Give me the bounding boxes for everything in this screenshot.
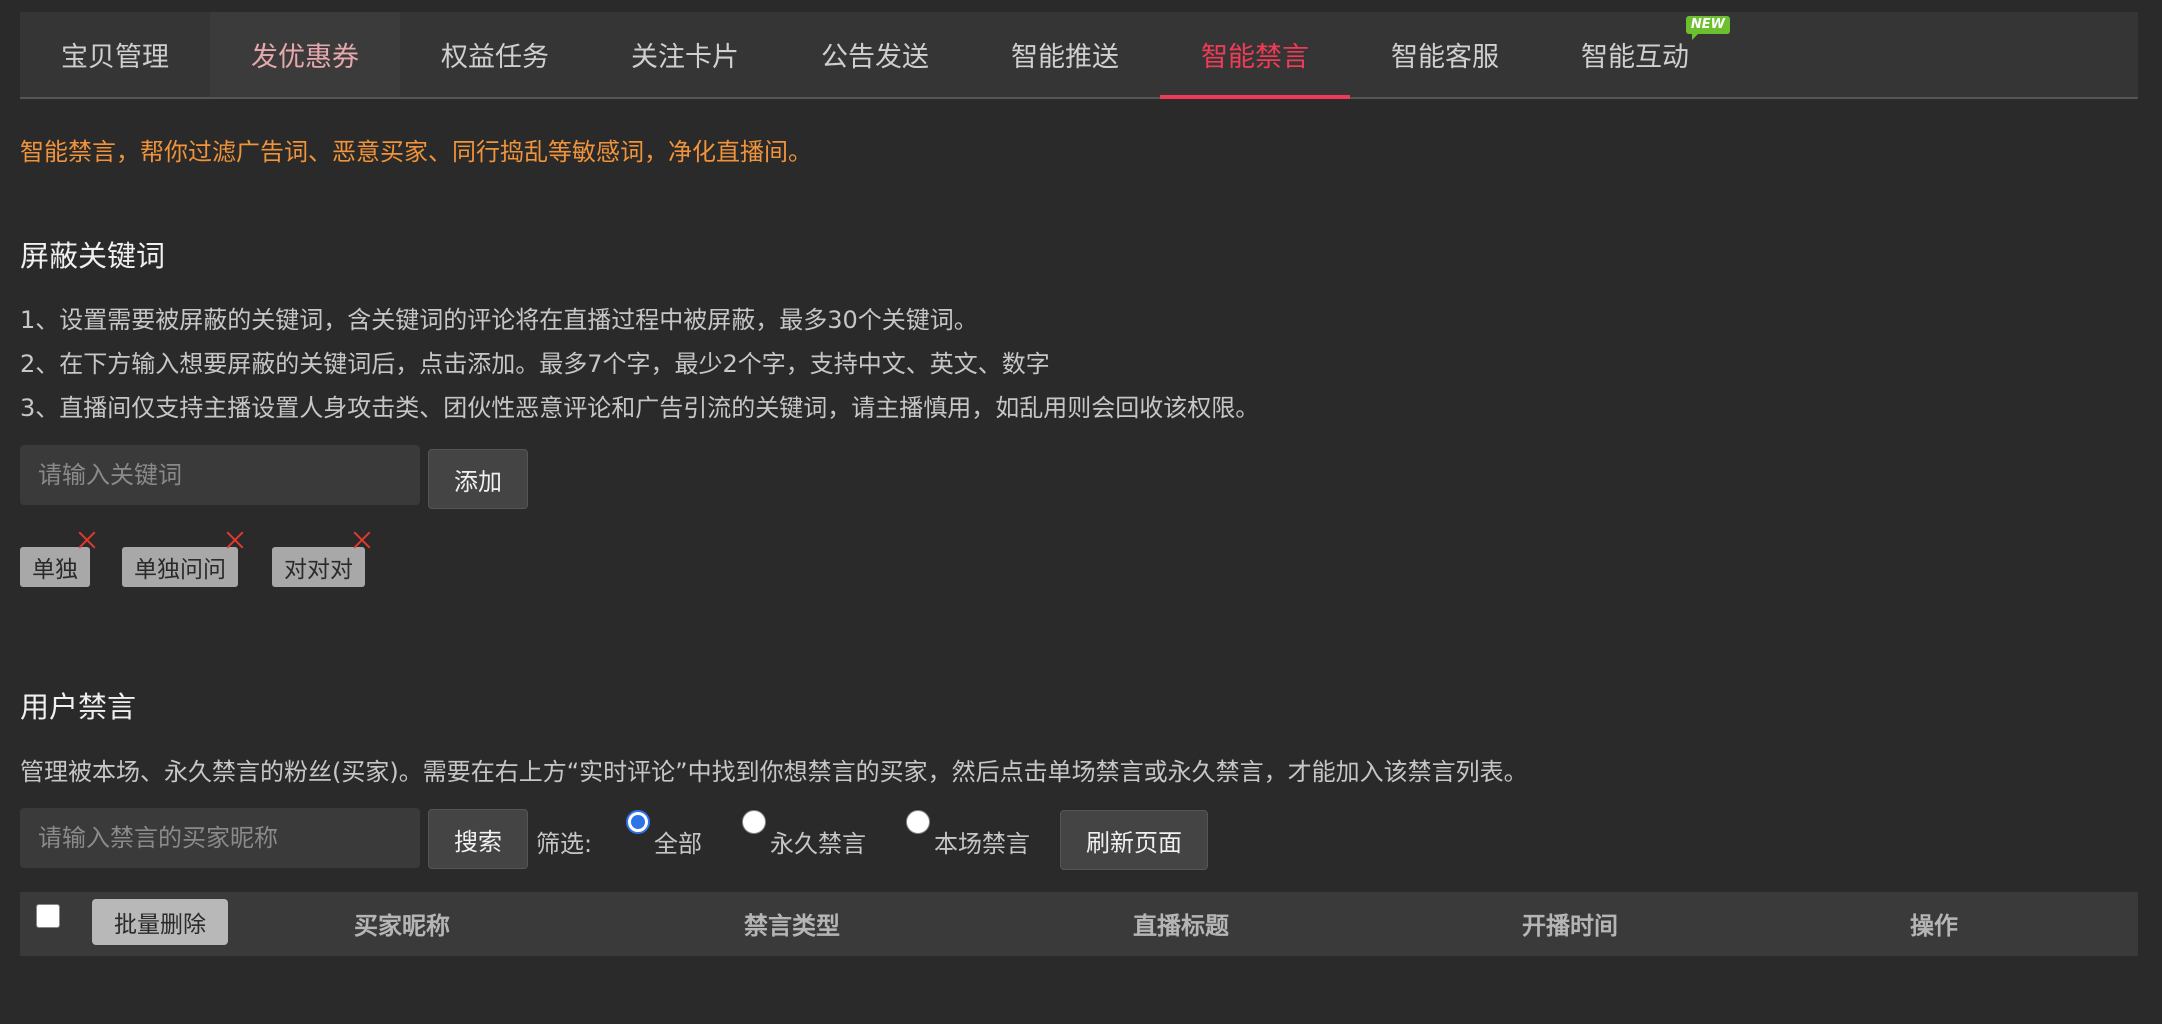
rule-3: 3、直播间仅支持主播设置人身攻击类、团伙性恶意评论和广告引流的关键词，请主播慎用… bbox=[20, 394, 1260, 422]
ban-description: 管理被本场、永久禁言的粉丝(买家)。需要在右上方“实时评论”中找到你想禁言的买家… bbox=[20, 758, 1528, 786]
keyword-tag: 单独 bbox=[20, 547, 90, 587]
tab-coupons[interactable]: 发优惠券 bbox=[210, 12, 400, 97]
keywords-title: 屏蔽关键词 bbox=[20, 239, 166, 273]
radio-button[interactable] bbox=[626, 810, 650, 834]
tab-bar: 宝贝管理 发优惠券 权益任务 关注卡片 公告发送 智能推送 智能禁言 智能客服 … bbox=[20, 12, 2138, 99]
tab-announcement[interactable]: 公告发送 bbox=[780, 12, 970, 97]
search-button[interactable]: 搜索 bbox=[428, 809, 528, 869]
filter-all-radio[interactable]: 全部 bbox=[626, 808, 702, 859]
select-all-checkbox[interactable] bbox=[36, 904, 60, 928]
keyword-tag: 对对对 bbox=[272, 547, 365, 587]
add-keyword-button[interactable]: 添加 bbox=[428, 449, 528, 509]
rule-1: 1、设置需要被屏蔽的关键词，含关键词的评论将在直播过程中被屏蔽，最多30个关键词… bbox=[20, 306, 978, 334]
column-actions: 操作 bbox=[1910, 912, 1958, 940]
close-icon[interactable] bbox=[351, 529, 373, 551]
filter-label: 筛选: bbox=[536, 830, 593, 858]
keyword-tag: 单独问问 bbox=[122, 547, 238, 587]
radio-button[interactable] bbox=[742, 810, 766, 834]
column-live-title: 直播标题 bbox=[1133, 912, 1229, 940]
batch-delete-button[interactable]: 批量删除 bbox=[92, 899, 228, 945]
buyer-search-input[interactable] bbox=[20, 808, 420, 868]
close-icon[interactable] bbox=[224, 529, 246, 551]
close-icon[interactable] bbox=[76, 529, 98, 551]
tab-smart-push[interactable]: 智能推送 bbox=[970, 12, 1160, 97]
column-start-time: 开播时间 bbox=[1522, 912, 1618, 940]
new-badge: NEW bbox=[1685, 16, 1730, 40]
user-ban-title: 用户禁言 bbox=[20, 690, 137, 724]
keyword-input[interactable] bbox=[20, 445, 420, 505]
notice-text: 智能禁言，帮你过滤广告词、恶意买家、同行捣乱等敏感词，净化直播间。 bbox=[20, 138, 812, 166]
rule-2: 2、在下方输入想要屏蔽的关键词后，点击添加。最多7个字，最少2个字，支持中文、英… bbox=[20, 350, 1050, 378]
radio-button[interactable] bbox=[906, 810, 930, 834]
tab-smart-interaction[interactable]: 智能互动 NEW bbox=[1540, 12, 1730, 97]
tab-item-management[interactable]: 宝贝管理 bbox=[20, 12, 210, 97]
tab-smart-service[interactable]: 智能客服 bbox=[1350, 12, 1540, 97]
filter-session-radio[interactable]: 本场禁言 bbox=[906, 808, 1030, 859]
tab-benefit-tasks[interactable]: 权益任务 bbox=[400, 12, 590, 97]
tab-smart-mute[interactable]: 智能禁言 bbox=[1160, 12, 1350, 99]
column-ban-type: 禁言类型 bbox=[744, 912, 840, 940]
column-buyer-nickname: 买家昵称 bbox=[354, 912, 450, 940]
filter-permanent-radio[interactable]: 永久禁言 bbox=[742, 808, 866, 859]
ban-table-header: 批量删除 买家昵称 禁言类型 直播标题 开播时间 操作 bbox=[20, 892, 2138, 956]
refresh-page-button[interactable]: 刷新页面 bbox=[1060, 810, 1208, 870]
tab-follow-card[interactable]: 关注卡片 bbox=[590, 12, 780, 97]
